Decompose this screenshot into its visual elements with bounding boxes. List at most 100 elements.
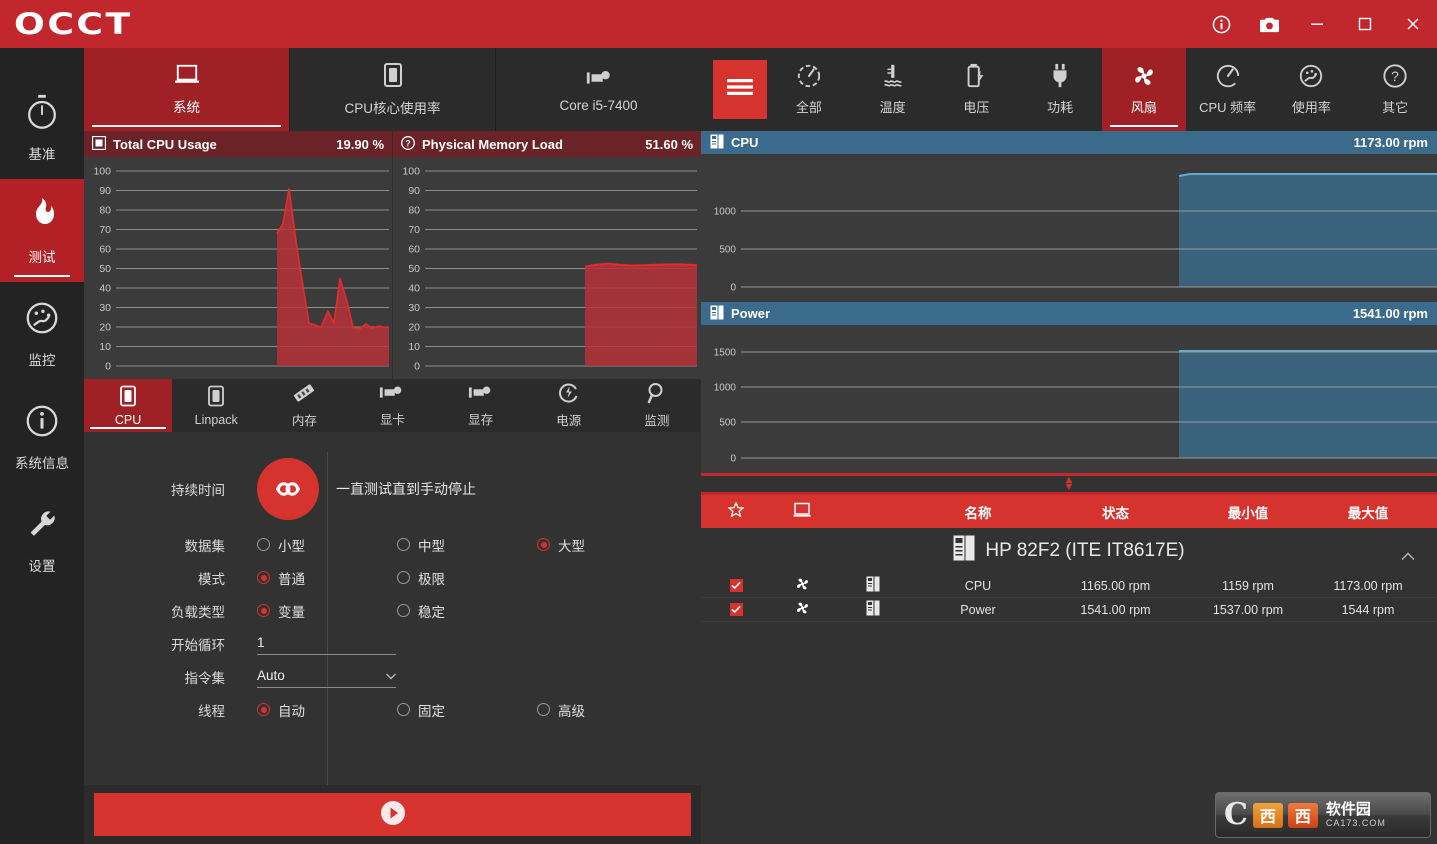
tab-system[interactable]: 系统 [84, 48, 289, 131]
maximize-button[interactable] [1341, 0, 1389, 48]
column-name[interactable]: 名称 [913, 502, 1043, 522]
form-row-instructionset: 指令集 Auto [84, 660, 701, 693]
tab-sensors-fan[interactable]: 风扇 [1102, 48, 1186, 131]
radio-dataset-large[interactable]: 大型 [537, 535, 585, 555]
column-monitor[interactable] [771, 502, 833, 521]
row-max: 1173.00 rpm [1333, 578, 1403, 593]
row-min: 1537.00 rpm [1212, 602, 1284, 617]
sidebar-item-label: 设置 [28, 558, 56, 574]
site-watermark: C 西 西 软件园 CA173.COM [1215, 792, 1431, 838]
radio-dot [257, 703, 270, 716]
device-group-header[interactable]: HP 82F2 (ITE IT8617E) [701, 528, 1437, 574]
column-min[interactable]: 最小值 [1188, 502, 1308, 522]
svg-text:70: 70 [408, 224, 420, 236]
sidebar-item-sysinfo[interactable]: 系统信息 [0, 385, 84, 488]
radio-loadtype-variable[interactable]: 变量 [257, 601, 397, 621]
radio-threads-auto[interactable]: 自动 [257, 700, 397, 720]
tab-sensors-power[interactable]: 功耗 [1018, 48, 1102, 131]
tab-cpu-core-usage[interactable]: CPU核心使用率 [289, 48, 495, 131]
menu-button[interactable] [713, 60, 767, 119]
row-checkbox[interactable] [729, 578, 743, 592]
radio-dot [397, 703, 410, 716]
startcycle-input[interactable] [257, 632, 396, 655]
panel-splitter[interactable]: ▲ ▼ [701, 473, 1437, 495]
instructionset-select[interactable]: Auto [257, 666, 396, 688]
graph-header-power-fan[interactable]: Power 1541.00 rpm [701, 302, 1437, 325]
info-button[interactable] [1197, 0, 1245, 48]
monitor-icon [793, 502, 811, 521]
radio-threads-fixed[interactable]: 固定 [397, 700, 537, 720]
tab-label: 其它 [1382, 100, 1409, 115]
laptop-icon [173, 63, 201, 90]
radio-label: 高级 [558, 703, 585, 719]
svg-text:100: 100 [402, 166, 420, 178]
table-row[interactable]: Power 1541.00 rpm 1537.00 rpm 1544 rpm [701, 598, 1437, 622]
all-sensors-icon [796, 63, 822, 92]
radio-dataset-small[interactable]: 小型 [257, 535, 397, 555]
chart-series-memory-load [584, 262, 698, 366]
sidebar-item-settings[interactable]: 设置 [0, 488, 84, 591]
row-checkbox[interactable] [729, 602, 743, 616]
tab-sensors-voltage[interactable]: 电压 [935, 48, 1019, 131]
svg-text:0: 0 [730, 283, 736, 294]
row-type-cell [771, 600, 833, 619]
radio-mode-extreme[interactable]: 极限 [397, 568, 537, 588]
radio-dot [537, 703, 550, 716]
radio-mode-normal[interactable]: 普通 [257, 568, 397, 588]
svg-text:30: 30 [99, 302, 111, 314]
chevron-up-icon[interactable] [1401, 545, 1415, 567]
star-icon [727, 501, 745, 521]
radio-dataset-medium[interactable]: 中型 [397, 535, 537, 555]
tab-test-power[interactable]: 电源 [525, 379, 613, 432]
tab-test-vram[interactable]: 显存 [437, 379, 525, 432]
svg-text:80: 80 [408, 205, 420, 217]
sidebar-item-label: 基准 [28, 146, 56, 162]
graph-header-cpu-fan[interactable]: CPU 1173.00 rpm [701, 131, 1437, 154]
test-config-form: 持续时间 一直测试直到手动停止 数据集 小型 中型 大型 模式 普通 极限 负载… [84, 432, 701, 815]
tab-sensors-all[interactable]: 全部 [767, 48, 851, 131]
radio-threads-advanced[interactable]: 高级 [537, 700, 585, 720]
graph-header-cpu-usage[interactable]: Total CPU Usage 19.90 % [84, 131, 393, 157]
graph-header-memory-load[interactable]: ? Physical Memory Load 51.60 % [393, 131, 701, 157]
svg-text:60: 60 [408, 244, 420, 256]
sidebar-item-monitor[interactable]: 监控 [0, 282, 84, 385]
svg-text:10: 10 [408, 341, 420, 353]
tab-sensors-other[interactable]: ? 其它 [1353, 48, 1437, 131]
graph-title: Total CPU Usage [113, 136, 217, 152]
instructionset-value: Auto [257, 667, 285, 683]
tab-sensors-usage[interactable]: 使用率 [1270, 48, 1354, 131]
tab-test-memory[interactable]: 内存 [260, 379, 348, 432]
screenshot-button[interactable] [1245, 0, 1293, 48]
infinity-icon[interactable] [257, 458, 319, 520]
tab-test-gpu[interactable]: 显卡 [348, 379, 436, 432]
form-row-duration: 持续时间 一直测试直到手动停止 [84, 450, 701, 528]
sidebar-item-test[interactable]: 测试 [0, 179, 84, 282]
svg-text:10: 10 [99, 341, 111, 353]
column-max[interactable]: 最大值 [1308, 502, 1428, 522]
minimize-button[interactable] [1293, 0, 1341, 48]
gpu-icon [468, 383, 494, 406]
sidebar-item-benchmark[interactable]: 基准 [0, 76, 84, 179]
tab-test-linpack[interactable]: Linpack [172, 379, 260, 432]
cpu-square-icon [206, 385, 226, 410]
radio-label: 小型 [278, 538, 305, 554]
radio-loadtype-steady[interactable]: 稳定 [397, 601, 537, 621]
column-status[interactable]: 状态 [1043, 502, 1188, 522]
tab-sensors-cpu-frequency[interactable]: CPU 频率 [1186, 48, 1270, 131]
column-favorite[interactable] [701, 501, 771, 521]
tab-sensors-temperature[interactable]: 温度 [851, 48, 935, 131]
tab-test-monitoring[interactable]: 监测 [613, 379, 701, 432]
svg-text:1000: 1000 [714, 207, 737, 218]
tab-label: CPU [114, 412, 142, 427]
radio-label: 稳定 [418, 604, 445, 620]
hamburger-icon [727, 77, 753, 102]
close-button[interactable] [1389, 0, 1437, 48]
y-axis-labels: 1000 500 0 [714, 207, 737, 294]
start-test-button[interactable] [94, 793, 691, 836]
left-panel: 系统 CPU核心使用率 Core i5-7400 Total CPU Usage… [84, 48, 701, 844]
cpu-icon [381, 62, 405, 91]
tab-test-cpu[interactable]: CPU [84, 379, 173, 432]
table-row[interactable]: CPU 1165.00 rpm 1159 rpm 1173.00 rpm [701, 574, 1437, 598]
tab-core-i5-7400[interactable]: Core i5-7400 [495, 48, 701, 131]
sensor-table-header: 名称 状态 最小值 最大值 [701, 495, 1437, 528]
